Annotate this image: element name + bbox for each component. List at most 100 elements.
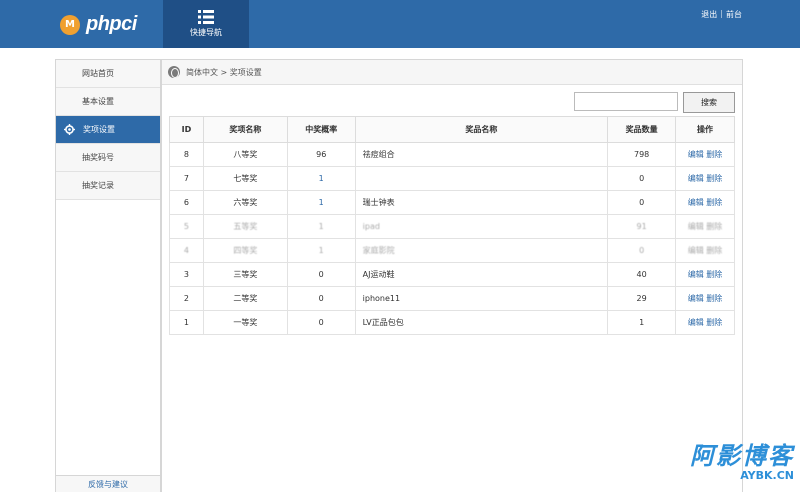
delete-link[interactable]: 删除	[706, 198, 722, 207]
cell-quantity: 0	[607, 238, 677, 263]
table-row: 8 八等奖 96 祛痘组合 798 编辑 删除	[169, 142, 735, 167]
sidebar-item-label: 抽奖记录	[82, 181, 114, 190]
search-input[interactable]	[574, 92, 678, 111]
logo-badge: M	[60, 14, 80, 35]
cell-probability: 1	[286, 190, 356, 215]
column-header-award: 奖项名称	[202, 116, 288, 143]
table-row: 5 五等奖 1 ipad 91 编辑 删除	[169, 214, 735, 239]
table-row: 6 六等奖 1 瑞士钟表 0 编辑 删除	[169, 190, 735, 215]
sidebar-item-lottery-codes[interactable]: 抽奖码号	[56, 144, 160, 172]
cell-id: 1	[169, 310, 204, 335]
cell-prize: AJ运动鞋	[354, 262, 609, 287]
delete-link[interactable]: 删除	[706, 318, 722, 327]
gear-icon	[64, 124, 75, 135]
sidebar-item-basic-settings[interactable]: 基本设置	[56, 88, 160, 116]
quick-nav-button[interactable]: 快捷导航	[163, 0, 249, 48]
cell-award: 五等奖	[202, 214, 288, 239]
cell-quantity: 40	[607, 262, 677, 287]
column-header-prize: 奖品名称	[354, 116, 609, 143]
table-row: 2 二等奖 0 iphone11 29 编辑 删除	[169, 286, 735, 311]
logout-link[interactable]: 退出	[701, 9, 717, 20]
sidebar-item-label: 基本设置	[82, 97, 114, 106]
cell-actions: 编辑 删除	[675, 166, 735, 191]
cell-probability: 1	[286, 166, 356, 191]
search-button[interactable]: 搜索	[683, 92, 735, 113]
edit-link[interactable]: 编辑	[688, 246, 704, 255]
breadcrumb: 简体中文 > 奖项设置	[162, 60, 742, 85]
cell-quantity: 798	[607, 142, 677, 167]
edit-link[interactable]: 编辑	[688, 198, 704, 207]
link-separator: |	[720, 9, 723, 18]
search-bar: 搜索	[574, 92, 735, 113]
cell-quantity: 91	[607, 214, 677, 239]
cell-prize: 祛痘组合	[354, 142, 609, 167]
cell-prize	[354, 166, 609, 191]
cell-award: 六等奖	[202, 190, 288, 215]
table-row: 3 三等奖 0 AJ运动鞋 40 编辑 删除	[169, 262, 735, 287]
table-row: 1 一等奖 0 LV正品包包 1 编辑 删除	[169, 310, 735, 335]
cell-award: 八等奖	[202, 142, 288, 167]
watermark: 阿影博客 AYBK.CN	[690, 436, 794, 482]
table-header-row: ID 奖项名称 中奖概率 奖品名称 奖品数量 操作	[169, 116, 735, 143]
cell-id: 4	[169, 238, 204, 263]
logo[interactable]: M phpci	[60, 13, 137, 36]
cell-id: 6	[169, 190, 204, 215]
quick-nav-label: 快捷导航	[190, 28, 222, 37]
delete-link[interactable]: 删除	[706, 174, 722, 183]
table-row: 4 四等奖 1 家庭影院 0 编辑 删除	[169, 238, 735, 263]
delete-link[interactable]: 删除	[706, 222, 722, 231]
sidebar-item-home[interactable]: 网站首页	[56, 60, 160, 88]
main-panel: 简体中文 > 奖项设置 搜索 ID 奖项名称 中奖概率 奖品名称 奖品数量 操作…	[161, 59, 743, 492]
cell-award: 七等奖	[202, 166, 288, 191]
watermark-title: 阿影博客	[690, 442, 794, 470]
top-links: 退出 | 前台	[701, 9, 742, 20]
cell-award: 三等奖	[202, 262, 288, 287]
cell-award: 一等奖	[202, 310, 288, 335]
cell-quantity: 0	[607, 190, 677, 215]
top-bar: M phpci 快捷导航 退出 | 前台	[0, 0, 800, 48]
edit-link[interactable]: 编辑	[688, 270, 704, 279]
cell-actions: 编辑 删除	[675, 310, 735, 335]
frontend-link[interactable]: 前台	[726, 9, 742, 20]
cell-quantity: 29	[607, 286, 677, 311]
cell-actions: 编辑 删除	[675, 238, 735, 263]
cell-quantity: 1	[607, 310, 677, 335]
column-header-id: ID	[169, 116, 204, 143]
logo-text: phpci	[86, 13, 137, 35]
cell-award: 二等奖	[202, 286, 288, 311]
cell-id: 7	[169, 166, 204, 191]
sidebar-item-label: 网站首页	[82, 69, 114, 78]
column-header-actions: 操作	[675, 116, 735, 143]
cell-actions: 编辑 删除	[675, 286, 735, 311]
delete-link[interactable]: 删除	[706, 294, 722, 303]
cell-probability: 1	[286, 214, 356, 239]
cell-prize: 瑞士钟表	[354, 190, 609, 215]
cell-probability: 96	[286, 142, 356, 167]
cell-probability: 0	[286, 286, 356, 311]
edit-link[interactable]: 编辑	[688, 294, 704, 303]
sidebar-item-lottery-records[interactable]: 抽奖记录	[56, 172, 160, 200]
cell-actions: 编辑 删除	[675, 190, 735, 215]
cell-probability: 0	[286, 310, 356, 335]
edit-link[interactable]: 编辑	[688, 222, 704, 231]
cell-award: 四等奖	[202, 238, 288, 263]
cell-actions: 编辑 删除	[675, 142, 735, 167]
sidebar-item-label: 抽奖码号	[82, 153, 114, 162]
table-row: 7 七等奖 1 0 编辑 删除	[169, 166, 735, 191]
awards-table: ID 奖项名称 中奖概率 奖品名称 奖品数量 操作 8 八等奖 96 祛痘组合 …	[169, 116, 735, 335]
cell-prize: LV正品包包	[354, 310, 609, 335]
edit-link[interactable]: 编辑	[688, 174, 704, 183]
cell-id: 5	[169, 214, 204, 239]
edit-link[interactable]: 编辑	[688, 150, 704, 159]
menu-icon	[198, 10, 214, 24]
feedback-link[interactable]: 反馈与建议	[56, 475, 160, 492]
edit-link[interactable]: 编辑	[688, 318, 704, 327]
cell-prize: iphone11	[354, 286, 609, 311]
breadcrumb-text: 简体中文 > 奖项设置	[186, 67, 262, 77]
sidebar-item-award-settings[interactable]: 奖项设置	[56, 116, 160, 144]
delete-link[interactable]: 删除	[706, 270, 722, 279]
delete-link[interactable]: 删除	[706, 246, 722, 255]
cell-actions: 编辑 删除	[675, 214, 735, 239]
cell-actions: 编辑 删除	[675, 262, 735, 287]
delete-link[interactable]: 删除	[706, 150, 722, 159]
